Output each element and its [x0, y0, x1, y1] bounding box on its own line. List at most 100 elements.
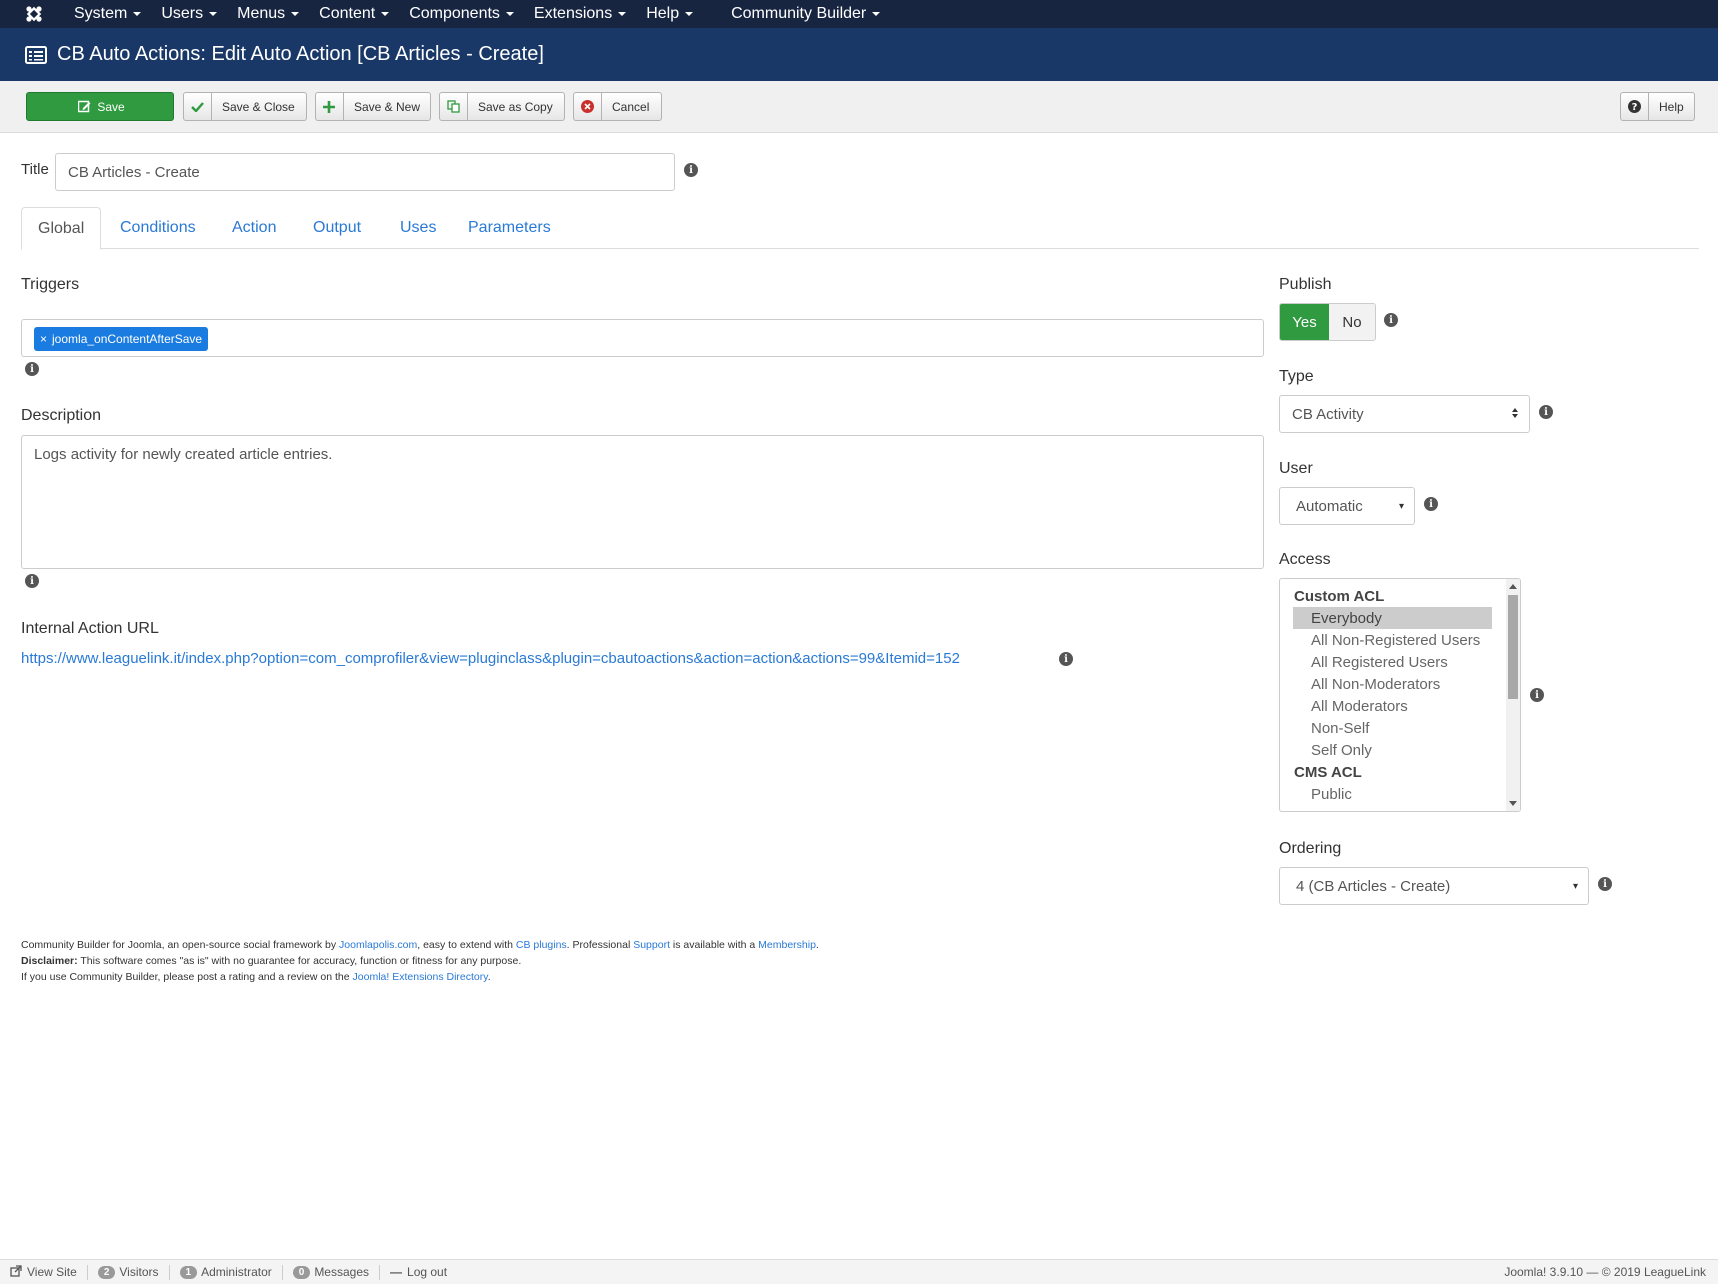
membership-link[interactable]: Membership: [758, 939, 816, 951]
user-select[interactable]: Automatic ▾: [1279, 487, 1415, 525]
scroll-up-icon[interactable]: [1509, 584, 1517, 589]
info-icon[interactable]: i: [1598, 877, 1612, 891]
version-info: Joomla! 3.9.10 — © 2019 LeagueLink: [1504, 1265, 1706, 1279]
trigger-tag[interactable]: × joomla_onContentAfterSave: [34, 327, 209, 351]
access-label: Access: [1279, 551, 1331, 568]
caret-down-icon: [381, 12, 390, 16]
triggers-label: Triggers: [21, 276, 80, 293]
caret-down-icon: [133, 12, 142, 16]
internal-url-label: Internal Action URL: [21, 620, 159, 637]
edit-icon: [75, 93, 93, 120]
menu-users[interactable]: Users: [151, 0, 227, 28]
access-option[interactable]: All Moderators: [1293, 695, 1492, 717]
cancel-button[interactable]: Cancel: [573, 92, 662, 121]
access-option[interactable]: All Registered Users: [1293, 651, 1492, 673]
sort-arrows-icon: [1511, 407, 1519, 422]
tab-action[interactable]: Action: [232, 207, 276, 249]
menu-system[interactable]: System: [64, 0, 151, 28]
view-site-link[interactable]: View Site: [0, 1264, 88, 1280]
user-label: User: [1279, 460, 1313, 477]
caret-down-icon: [618, 12, 627, 16]
info-icon[interactable]: i: [684, 163, 698, 177]
menu-help[interactable]: Help: [636, 0, 703, 28]
help-button[interactable]: ? Help: [1620, 92, 1695, 121]
footer-credits: Community Builder for Joomla, an open-so…: [21, 939, 819, 951]
access-option[interactable]: Self Only: [1293, 739, 1492, 761]
tab-conditions[interactable]: Conditions: [120, 207, 196, 249]
logout-link[interactable]: — Log out: [380, 1265, 457, 1280]
support-link[interactable]: Support: [633, 939, 670, 951]
access-option[interactable]: All Non-Registered Users: [1293, 629, 1492, 651]
menu-extensions[interactable]: Extensions: [524, 0, 636, 28]
administrator-status[interactable]: 1 Administrator: [170, 1264, 283, 1280]
publish-label: Publish: [1279, 276, 1332, 293]
remove-tag-icon[interactable]: ×: [40, 332, 47, 346]
messages-badge: 0: [292, 1265, 311, 1279]
joomla-logo-icon[interactable]: [16, 0, 52, 28]
tab-global[interactable]: Global: [21, 207, 102, 250]
publish-yes-button[interactable]: Yes: [1280, 304, 1329, 340]
footer-review: If you use Community Builder, please pos…: [21, 971, 491, 983]
tab-uses[interactable]: Uses: [400, 207, 436, 249]
ordering-select[interactable]: 4 (CB Articles - Create) ▾: [1279, 867, 1589, 905]
access-multiselect[interactable]: Custom ACL Everybody All Non-Registered …: [1279, 578, 1521, 812]
internal-action-url-link[interactable]: https://www.leaguelink.it/index.php?opti…: [21, 650, 960, 667]
title-label: Title: [21, 161, 49, 178]
menu-community-builder[interactable]: Community Builder: [721, 0, 890, 28]
info-icon[interactable]: i: [1384, 313, 1398, 327]
publish-toggle: Yes No: [1279, 303, 1376, 341]
external-link-icon: [10, 1264, 22, 1280]
type-label: Type: [1279, 368, 1314, 385]
plus-icon: [316, 93, 344, 120]
footer-disclaimer: Disclaimer: This software comes "as is" …: [21, 955, 522, 967]
visitors-badge: 2: [97, 1265, 116, 1279]
info-icon[interactable]: i: [1530, 688, 1544, 702]
title-input[interactable]: [55, 153, 675, 191]
caret-down-icon: [685, 12, 694, 16]
scrollbar-thumb[interactable]: [1508, 595, 1518, 699]
triggers-input[interactable]: × joomla_onContentAfterSave: [21, 319, 1264, 357]
page-title: CB Auto Actions: Edit Auto Action [CB Ar…: [57, 43, 544, 65]
caret-down-icon: [291, 12, 300, 16]
info-icon[interactable]: i: [1424, 497, 1438, 511]
menu-menus[interactable]: Menus: [227, 0, 309, 28]
extensions-directory-link[interactable]: Joomla! Extensions Directory: [353, 971, 488, 983]
access-option[interactable]: Non-Self: [1293, 717, 1492, 739]
tab-bar: Global Conditions Action Output Uses Par…: [21, 207, 1699, 250]
scroll-down-icon[interactable]: [1509, 801, 1517, 806]
admin-badge: 1: [179, 1265, 198, 1279]
cancel-icon: [574, 93, 602, 120]
caret-down-icon: [505, 12, 514, 16]
menu-content[interactable]: Content: [309, 0, 399, 28]
messages-status[interactable]: 0 Messages: [283, 1264, 381, 1280]
access-group-cms-acl: CMS ACL: [1294, 763, 1362, 781]
info-icon[interactable]: i: [25, 574, 39, 588]
check-icon: [184, 93, 212, 120]
access-scrollbar[interactable]: [1506, 579, 1520, 811]
save-close-button[interactable]: Save & Close: [183, 92, 307, 121]
info-icon[interactable]: i: [25, 362, 39, 376]
chevron-down-icon: ▾: [1572, 880, 1578, 892]
tab-output[interactable]: Output: [313, 207, 361, 249]
access-option[interactable]: All Non-Moderators: [1293, 673, 1492, 695]
access-option[interactable]: Public: [1293, 783, 1492, 805]
cb-plugins-link[interactable]: CB plugins: [516, 939, 567, 951]
info-icon[interactable]: i: [1539, 405, 1553, 419]
joomlapolis-link[interactable]: Joomlapolis.com: [339, 939, 417, 951]
top-navbar: System Users Menus Content Components Ex…: [0, 0, 1718, 28]
list-icon: [25, 45, 47, 64]
publish-no-button[interactable]: No: [1329, 304, 1375, 340]
tab-parameters[interactable]: Parameters: [468, 207, 551, 249]
save-new-button[interactable]: Save & New: [315, 92, 431, 121]
save-as-copy-button[interactable]: Save as Copy: [439, 92, 565, 121]
description-textarea[interactable]: Logs activity for newly created article …: [21, 435, 1264, 569]
copy-icon: [440, 93, 468, 120]
status-bar: View Site 2 Visitors 1 Administrator 0 M…: [0, 1259, 1718, 1284]
ordering-label: Ordering: [1279, 840, 1342, 857]
access-option[interactable]: Everybody: [1293, 607, 1492, 629]
info-icon[interactable]: i: [1059, 652, 1073, 666]
type-select[interactable]: CB Activity: [1279, 395, 1530, 433]
save-button[interactable]: Save: [26, 92, 174, 121]
menu-components[interactable]: Components: [399, 0, 524, 28]
visitors-status[interactable]: 2 Visitors: [88, 1264, 170, 1280]
